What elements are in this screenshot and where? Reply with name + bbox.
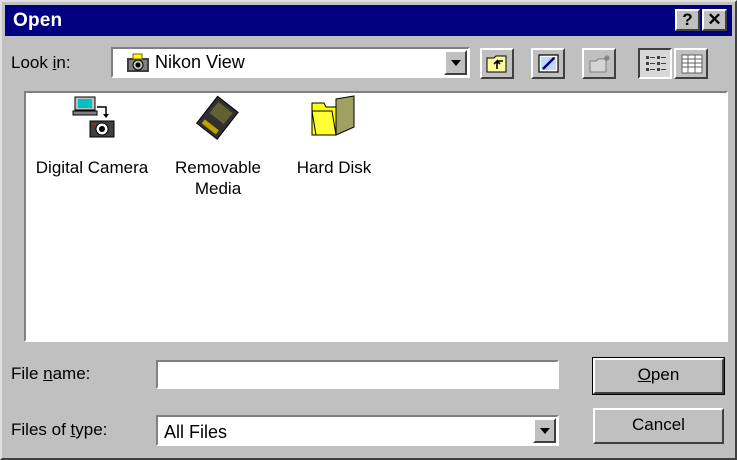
files-of-type-dropdown[interactable]: All Files (156, 415, 559, 446)
removable-media-icon (195, 95, 240, 146)
help-button[interactable]: ? (675, 9, 700, 31)
close-button[interactable]: ✕ (702, 9, 727, 31)
create-new-folder-button[interactable] (582, 48, 616, 79)
look-in-value: Nikon View (155, 52, 245, 72)
open-dialog: Open ? ✕ Look in: Nikon View Digital Cam… (0, 0, 737, 460)
up-folder-icon (486, 53, 510, 80)
file-label: Hard Disk (296, 158, 372, 177)
desktop-icon (537, 53, 561, 80)
up-one-level-button[interactable] (480, 48, 514, 79)
list-view-button[interactable] (638, 48, 672, 79)
new-folder-icon (588, 53, 612, 80)
files-of-type-dropdown-arrow[interactable] (533, 418, 556, 443)
file-name-label: File name: (11, 364, 91, 383)
files-of-type-value: All Files (164, 422, 228, 442)
list-view-icon (645, 54, 667, 79)
open-button[interactable]: Open (592, 357, 725, 395)
files-of-type-label: Files of type: (11, 420, 108, 439)
file-list[interactable]: Digital Camera Removable Media Hard Disk (24, 91, 728, 342)
digital-camera-icon (72, 95, 116, 144)
look-in-label: Look in: (11, 53, 71, 72)
file-name-input[interactable] (156, 360, 559, 389)
nikon-view-camera-icon (125, 52, 151, 79)
file-label-line2: Media (194, 179, 242, 198)
look-in-dropdown[interactable]: Nikon View (111, 47, 470, 78)
cancel-button[interactable]: Cancel (593, 408, 724, 444)
folder-icon (310, 95, 358, 146)
file-label: Digital Camera (35, 158, 149, 177)
look-in-dropdown-arrow[interactable] (444, 50, 467, 75)
details-view-icon (681, 54, 703, 79)
file-label: Removable (175, 158, 261, 177)
title-bar[interactable]: Open ? ✕ (5, 5, 732, 36)
dialog-title: Open (13, 10, 63, 31)
details-view-button[interactable] (674, 48, 708, 79)
desktop-button[interactable] (531, 48, 565, 79)
